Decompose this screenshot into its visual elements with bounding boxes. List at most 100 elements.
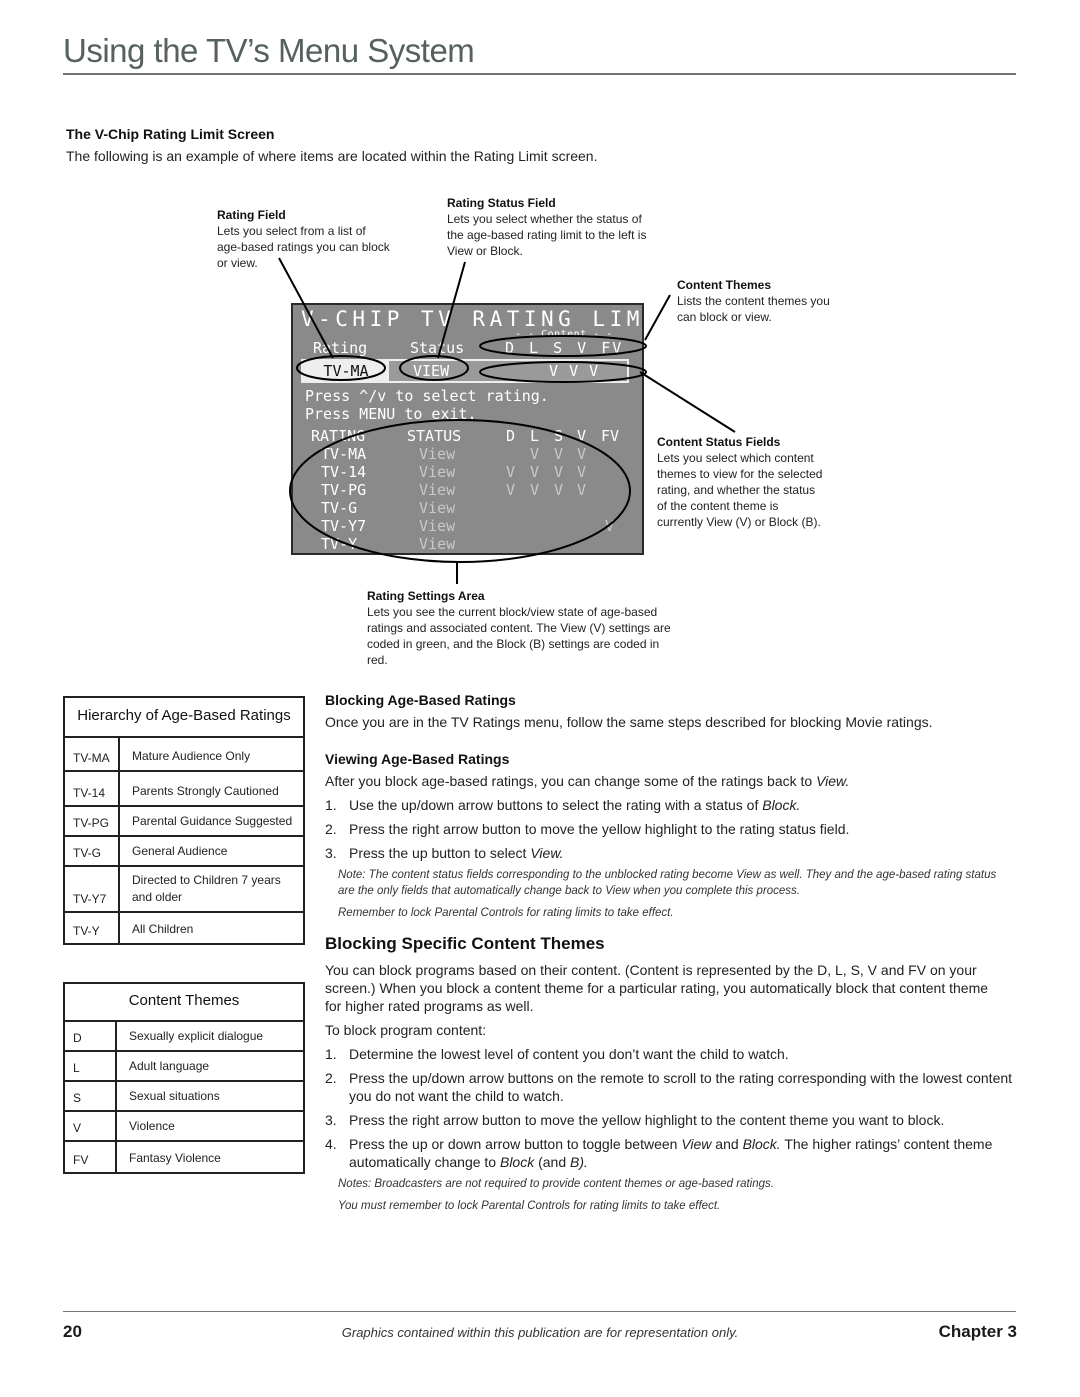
table-cell-desc: Sexually explicit dialogue [129, 1029, 264, 1043]
callout-line: coded in green, and the Block (B) settin… [367, 637, 660, 651]
callout-rating-field: Rating Field Lets you select from a list… [217, 207, 417, 271]
page-title: Using the TV’s Menu System [63, 32, 475, 69]
step-item: 1. Use the up/down arrow buttons to selec… [325, 796, 1005, 814]
content-status-fields[interactable]: V V V [529, 361, 599, 381]
callout-line: themes to view for the selected [657, 467, 823, 481]
tv-row-rating: TV-G [321, 499, 358, 517]
step-number: 1. [325, 1046, 337, 1062]
tv-row-rating: TV-PG [321, 481, 367, 499]
content-themes-table: Content Themes D Sexually explicit dialog… [63, 982, 305, 1174]
tv-rating-row: TV-Y View [293, 535, 642, 553]
table-cell-code: TV-Y [65, 913, 120, 943]
tv-row-content-l: V [530, 463, 540, 481]
table-cell-code: L [65, 1052, 117, 1080]
callout-rating-settings-area: Rating Settings Area Lets you see the cu… [367, 588, 697, 668]
callout-line: Lets you select whether the status of [447, 212, 642, 226]
step-item: 1. Determine the lowest level of content … [325, 1045, 1015, 1063]
viewing-age-heading: Viewing Age-Based Ratings [325, 751, 510, 767]
tv-screen-title: V-CHIP TV RATING LIMIT [301, 307, 679, 331]
rating-status-field[interactable]: VIEW [413, 361, 449, 381]
blocking-age-text: Once you are in the TV Ratings menu, fol… [325, 714, 933, 730]
tv-row-rating: TV-MA [321, 445, 367, 463]
tv-instruction-exit: Press MENU to exit. [305, 405, 477, 423]
tv-col-s: S [554, 427, 564, 445]
blocking-content-steps: 1. Determine the lowest level of content … [325, 1045, 1015, 1177]
step-number: 4. [325, 1136, 337, 1152]
step-text: Press the right arrow button to move the… [349, 821, 850, 837]
table-row: V Violence [65, 1112, 303, 1142]
callout-rating-status-field: Rating Status Field Lets you select whet… [447, 195, 687, 259]
step-item: 3. Press the right arrow button to move t… [325, 1111, 1015, 1129]
viewing-age-steps: 1. Use the up/down arrow buttons to selec… [325, 796, 1005, 868]
tv-col-v: V [577, 427, 587, 445]
rating-field[interactable]: TV-MA [303, 361, 389, 381]
blocking-content-heading: Blocking Specific Content Themes [325, 934, 605, 953]
table-cell-desc: Parental Guidance Suggested [132, 814, 293, 828]
table-row: TV-G General Audience [65, 837, 303, 867]
step-em: Block. [762, 797, 801, 813]
table-cell-code: TV-MA [65, 738, 120, 770]
table-row: D Sexually explicit dialogue [65, 1022, 303, 1052]
step-number: 3. [325, 845, 337, 861]
tv-row-content-v: V [577, 481, 587, 499]
table-cell-code: V [65, 1112, 117, 1140]
callout-content-themes: Content Themes Lists the content themes … [677, 277, 867, 325]
tv-header-content: D L S V FV [505, 339, 624, 357]
callout-line: or view. [217, 256, 258, 270]
title-divider [63, 73, 1016, 75]
table-cell-code: S [65, 1082, 117, 1110]
viewing-age-intro-em: View. [816, 773, 850, 789]
callout-title: Content Themes [677, 278, 772, 292]
hierarchy-table: Hierarchy of Age-Based Ratings TV-MA Matu… [63, 696, 305, 945]
tv-rating-row: TV-G View [293, 499, 642, 517]
step-number: 1. [325, 797, 337, 813]
hierarchy-table-title: Hierarchy of Age-Based Ratings [65, 698, 303, 738]
section-heading-vchip: The V-Chip Rating Limit Screen [66, 126, 275, 142]
table-row: S Sexual situations [65, 1082, 303, 1112]
table-cell-desc: Parents Strongly Cautioned [132, 784, 279, 798]
tv-col-rating: RATING [311, 427, 366, 445]
table-row: TV-PG Parental Guidance Suggested [65, 807, 303, 837]
blocking-content-note-2: You must remember to lock Parental Contr… [338, 1200, 721, 1212]
table-cell-code: D [65, 1022, 117, 1050]
viewing-age-intro-text: After you block age-based ratings, you c… [325, 773, 817, 789]
step-item: 4. Press the up or down arrow button to t… [325, 1135, 1015, 1171]
tv-selected-row[interactable]: TV-MA VIEW V V V [301, 359, 629, 383]
step-em: B). [570, 1154, 588, 1170]
callout-line: red. [367, 653, 388, 667]
tv-rating-row: TV-Y7 View V [293, 517, 642, 535]
table-row: TV-Y7 Directed to Children 7 years and ol… [65, 867, 303, 913]
tv-row-content-d: V [506, 481, 516, 499]
tv-row-content-s: V [554, 445, 564, 463]
content-themes-table-title: Content Themes [65, 984, 303, 1022]
callout-title: Content Status Fields [657, 435, 781, 449]
step-item: 2. Press the up/down arrow buttons on the… [325, 1069, 1015, 1105]
callout-line: ratings and associated content. The View… [367, 621, 671, 635]
callout-title: Rating Settings Area [367, 589, 485, 603]
tv-row-content-l: V [530, 481, 540, 499]
step-text: and [711, 1136, 743, 1152]
tv-row-status: View [419, 517, 456, 535]
tv-col-d: D [506, 427, 516, 445]
callout-title: Rating Field [217, 208, 286, 222]
step-text: (and [534, 1154, 571, 1170]
tv-row-rating: TV-Y7 [321, 517, 367, 535]
tv-col-fv: FV [601, 427, 620, 445]
callout-line: of the content theme is [657, 499, 779, 513]
step-text: Press the up button to select [349, 845, 531, 861]
blocking-content-text: You can block programs based on their co… [325, 962, 989, 1014]
tv-header-rating: Rating [313, 339, 368, 357]
step-text: Determine the lowest level of content yo… [349, 1046, 789, 1062]
callout-line: the age-based rating limit to the left i… [447, 228, 647, 242]
table-cell-desc: Violence [129, 1119, 175, 1133]
tv-row-status: View [419, 535, 456, 553]
table-cell-code: FV [65, 1142, 117, 1172]
step-item: 2. Press the right arrow button to move t… [325, 820, 1005, 838]
tv-row-status: View [419, 463, 456, 481]
blocking-age-heading: Blocking Age-Based Ratings [325, 692, 516, 708]
tv-instruction-select: Press ^/v to select rating. [305, 387, 549, 405]
table-cell-desc: Fantasy Violence [129, 1151, 221, 1165]
footer-divider [63, 1311, 1016, 1312]
step-em: Block. [742, 1136, 781, 1152]
table-cell-code: TV-14 [65, 772, 120, 805]
